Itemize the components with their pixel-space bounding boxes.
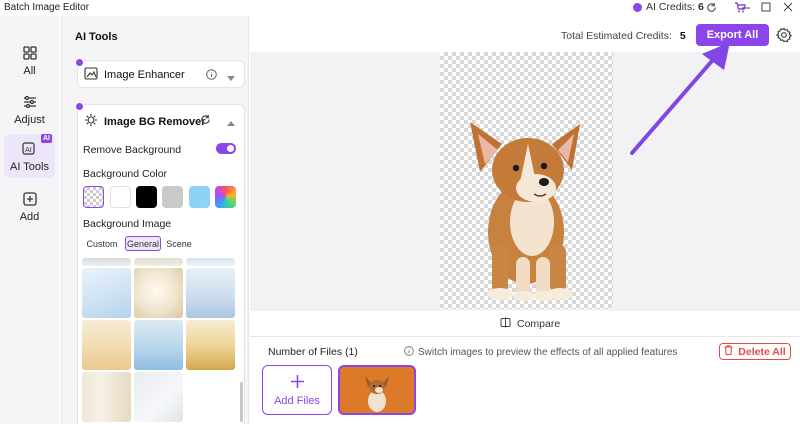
app-title: Batch Image Editor — [4, 2, 90, 13]
bg-image-thumb[interactable] — [186, 268, 235, 318]
info-icon[interactable] — [206, 69, 217, 83]
plus-icon — [290, 374, 305, 392]
ai-credits-value: 6 — [698, 1, 704, 13]
dog-thumbnail-image — [365, 376, 389, 412]
nav-label-all: All — [23, 64, 36, 77]
trash-icon — [724, 345, 733, 358]
nav-label-adjust: Adjust — [14, 113, 45, 126]
pointer-arrow — [630, 42, 730, 155]
add-files-label: Add Files — [274, 394, 320, 407]
ai-icon: AI — [21, 140, 39, 158]
delete-all-button[interactable]: Delete All — [719, 343, 791, 360]
remove-background-toggle[interactable] — [216, 143, 236, 154]
image-bg-remover-label: Image BG Remover — [104, 115, 206, 128]
remove-background-label: Remove Background — [83, 144, 182, 156]
file-thumbnail[interactable] — [338, 365, 416, 415]
bg-image-thumb[interactable] — [82, 320, 131, 370]
bg-image-thumb[interactable] — [134, 258, 183, 266]
enhancer-icon — [84, 67, 98, 83]
chevron-down-icon[interactable] — [227, 72, 235, 84]
grid-icon — [21, 44, 39, 62]
refresh-icon[interactable] — [704, 1, 718, 13]
image-enhancer-label: Image Enhancer — [104, 69, 185, 81]
number-of-files-label: Number of Files (1) — [268, 346, 358, 358]
swatch-black[interactable] — [136, 186, 157, 208]
bg-image-thumb[interactable] — [82, 372, 131, 422]
swatch-gray[interactable] — [162, 186, 183, 208]
divider — [250, 336, 800, 337]
swatch-transparent[interactable] — [83, 186, 104, 208]
plus-box-icon — [21, 190, 39, 208]
active-dot-icon — [75, 102, 84, 111]
hint-label: Switch images to preview the effects of … — [418, 347, 678, 358]
compare-button[interactable]: Compare — [500, 317, 560, 331]
hint-text: Switch images to preview the effects of … — [404, 346, 677, 359]
reset-icon[interactable] — [200, 114, 211, 128]
bg-image-thumb[interactable] — [134, 372, 183, 422]
nav-item-adjust[interactable]: Adjust — [4, 87, 55, 131]
ai-credits: AI Credits: 6 — [633, 1, 704, 13]
dog-image — [470, 122, 580, 301]
sliders-icon — [21, 93, 39, 111]
nav-item-add[interactable]: Add — [4, 184, 55, 228]
svg-text:AI: AI — [25, 146, 32, 154]
credit-coin-icon — [633, 2, 642, 12]
settings-gear-icon[interactable] — [775, 27, 793, 43]
chevron-up-icon[interactable] — [227, 117, 235, 129]
title-bar: Batch Image Editor AI Credits: 6 — [0, 0, 800, 16]
maximize-icon[interactable] — [759, 1, 773, 13]
tab-custom[interactable]: Custom — [84, 236, 120, 251]
swatch-white[interactable] — [110, 186, 131, 208]
image-enhancer-card[interactable]: Image Enhancer — [75, 58, 245, 88]
compare-icon — [500, 317, 511, 331]
bg-image-thumb[interactable] — [82, 258, 131, 266]
bg-image-thumb[interactable] — [186, 320, 235, 370]
preview-canvas — [440, 52, 613, 309]
swatch-light-blue[interactable] — [189, 186, 210, 208]
active-dot-icon — [75, 58, 84, 67]
panel-scrollbar[interactable] — [240, 382, 243, 422]
nav-item-all[interactable]: All — [4, 38, 55, 82]
tab-general[interactable]: General — [125, 236, 161, 251]
delete-all-label: Delete All — [738, 345, 786, 358]
ai-credits-label: AI Credits: — [646, 1, 696, 13]
ai-badge: AI — [41, 134, 52, 143]
info-icon — [404, 346, 414, 359]
bg-image-thumb[interactable] — [134, 268, 183, 318]
swatch-custom-color[interactable] — [215, 186, 236, 208]
background-image-label: Background Image — [83, 218, 172, 230]
compare-label: Compare — [517, 318, 561, 330]
nav-rail: All Adjust AI AI AI Tools Add — [0, 16, 60, 424]
bg-image-thumb[interactable] — [134, 320, 183, 370]
nav-label-ai-tools: AI Tools — [10, 160, 49, 173]
panel-title: AI Tools — [75, 31, 118, 43]
background-color-label: Background Color — [83, 168, 168, 180]
nav-label-add: Add — [19, 210, 40, 223]
bg-remover-icon — [84, 113, 98, 130]
add-files-button[interactable]: Add Files — [262, 365, 332, 415]
minimize-icon[interactable] — [739, 1, 753, 13]
nav-item-ai-tools[interactable]: AI AI AI Tools — [4, 134, 55, 178]
close-icon[interactable] — [781, 1, 795, 13]
bg-image-thumb[interactable] — [82, 268, 131, 318]
bg-image-thumb[interactable] — [186, 258, 235, 266]
tab-scene[interactable]: Scene — [164, 236, 194, 251]
